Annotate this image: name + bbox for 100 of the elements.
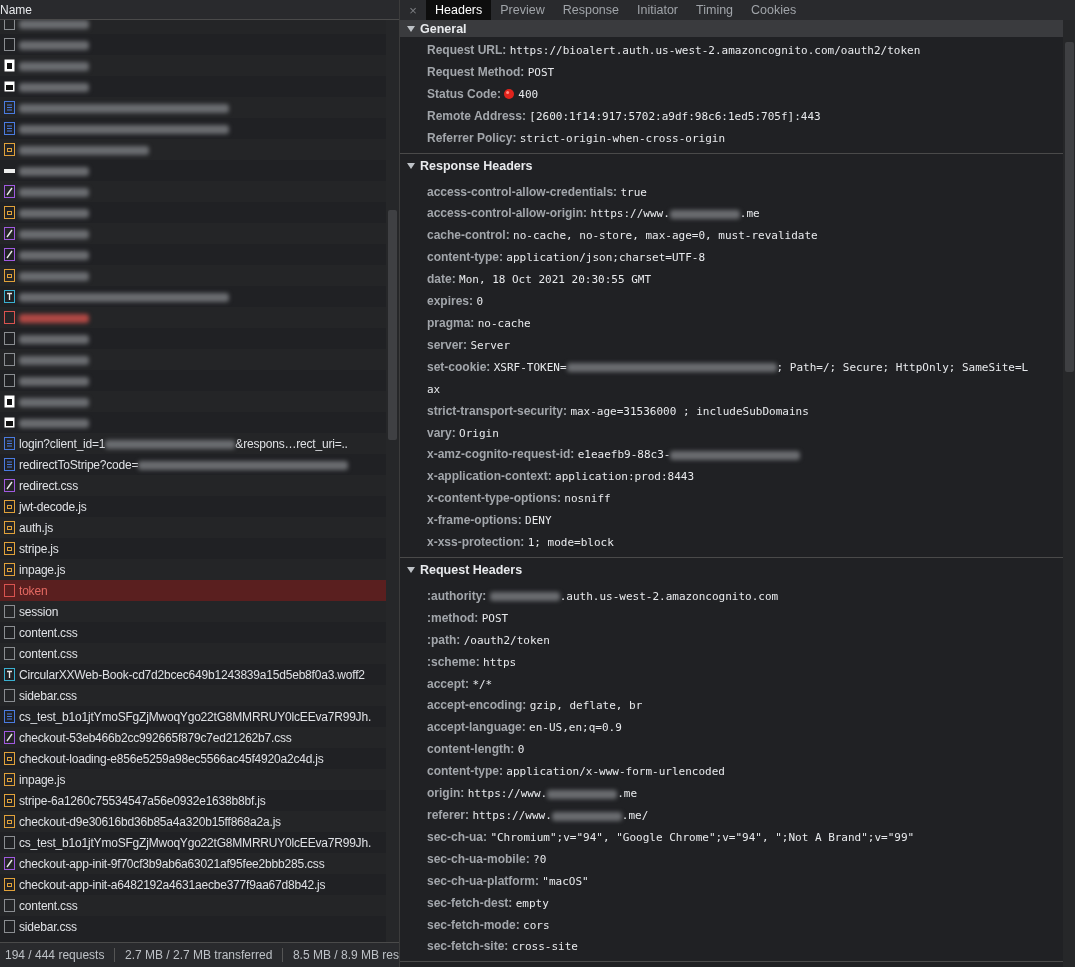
- header-value: en-US,en;q=0.9: [529, 721, 622, 735]
- header-value: https: [483, 655, 517, 669]
- request-row[interactable]: login?client_id=1 &respons…rect_uri=..: [0, 433, 386, 454]
- tab[interactable]: Headers: [426, 0, 492, 20]
- request-row[interactable]: [0, 139, 386, 160]
- file-icon: [4, 836, 15, 849]
- header-name: Remote Address:: [427, 108, 526, 123]
- request-name: cs_test_b1o1jtYmoSFgZjMwoqYgo22tG8MMRRUY0lcEEva7R99Jh.: [19, 709, 372, 724]
- redacted-text: [19, 187, 89, 197]
- close-icon[interactable]: ×: [400, 0, 426, 20]
- redacted-text: [19, 166, 89, 176]
- request-name: token: [19, 583, 48, 598]
- request-name: content.css: [19, 625, 78, 640]
- header-value: strict-origin-when-cross-origin: [519, 131, 726, 145]
- font-icon: [4, 668, 15, 681]
- header-name: :method:: [427, 610, 479, 625]
- document-icon: [4, 122, 15, 135]
- header-value: [2600:1f14:917:5702:a9df:98c6:1ed5:705f]:443: [529, 109, 821, 123]
- tab[interactable]: Timing: [687, 0, 743, 20]
- stylesheet-icon: [4, 248, 15, 261]
- redacted-text: [19, 208, 89, 218]
- header-name: x-frame-options:: [427, 513, 522, 528]
- request-row[interactable]: checkout-app-init-9f70cf3b9ab6a63021af95fee2bbb285.css: [0, 853, 386, 874]
- request-row[interactable]: checkout-53eb466b2cc992665f879c7ed21262b7.css: [0, 727, 386, 748]
- request-name: &respons…rect_uri=..: [235, 436, 348, 451]
- header-name: origin:: [427, 786, 465, 801]
- header-value: .me/: [621, 809, 649, 822]
- header-value: gzip, deflate, br: [529, 699, 643, 713]
- request-row[interactable]: [0, 391, 386, 412]
- header-name: vary:: [427, 425, 456, 440]
- tab[interactable]: Response: [553, 0, 628, 20]
- tab[interactable]: Cookies: [742, 0, 806, 20]
- tab[interactable]: Initiator: [628, 0, 687, 20]
- header-name: strict-transport-security:: [427, 403, 568, 418]
- header-name: sec-fetch-site:: [427, 939, 509, 954]
- error-status-icon: [504, 88, 515, 99]
- header-value: https://www.: [467, 787, 548, 801]
- header-value: */*: [472, 677, 493, 691]
- request-row[interactable]: session: [0, 601, 386, 622]
- request-row[interactable]: content.css: [0, 895, 386, 916]
- request-row[interactable]: [0, 97, 386, 118]
- scrollbar-thumb[interactable]: [1065, 42, 1074, 372]
- file-icon: [4, 689, 15, 702]
- header-name: access-control-allow-credentials:: [427, 184, 618, 199]
- request-name: checkout-app-init-9f70cf3b9ab6a63021af95fee2bbb285.css: [19, 856, 325, 871]
- request-name: auth.js: [19, 520, 53, 535]
- request-name: login?client_id=1: [19, 436, 106, 451]
- request-row[interactable]: sidebar.css: [0, 685, 386, 706]
- collapse-triangle-icon: [407, 162, 415, 169]
- scrollbar-thumb[interactable]: [388, 210, 397, 440]
- document-icon: [4, 437, 15, 450]
- section-header[interactable]: Response Headers: [400, 155, 1063, 176]
- column-header[interactable]: Name: [0, 2, 32, 17]
- request-row[interactable]: [0, 55, 386, 76]
- request-name: sidebar.css: [19, 688, 77, 703]
- request-row[interactable]: content.css: [0, 643, 386, 664]
- request-row[interactable]: inpage.js: [0, 769, 386, 790]
- redacted-text: [19, 334, 89, 344]
- header-name: sec-ch-ua-platform:: [427, 873, 539, 888]
- header-value: .auth.us-west-2.amazoncognito.com: [559, 589, 779, 603]
- status-text: 2.7 MB / 2.7 MB transferred: [124, 948, 273, 962]
- redacted-text: [19, 40, 89, 50]
- header-name: x-amz-cognito-request-id:: [427, 447, 575, 462]
- file-icon: [4, 374, 15, 387]
- header-name: date:: [427, 272, 456, 287]
- request-row[interactable]: [0, 181, 386, 202]
- request-row[interactable]: token: [0, 580, 386, 601]
- script-icon: [4, 878, 15, 891]
- redacted-text: [489, 592, 560, 602]
- section-header[interactable]: Request Headers: [400, 559, 1063, 580]
- script-icon: [4, 563, 15, 576]
- file-icon: [4, 38, 15, 51]
- request-row[interactable]: [0, 349, 386, 370]
- header-value: .me: [617, 787, 638, 801]
- request-row[interactable]: inpage.js: [0, 559, 386, 580]
- header-value: XSRF-TOKEN=: [493, 360, 567, 374]
- header-value: https://bioalert.auth.us-west-2.amazoncognito.com/oauth2/token: [509, 44, 921, 57]
- script-icon: [4, 542, 15, 555]
- request-row[interactable]: [0, 265, 386, 286]
- redacted-text: [19, 355, 89, 365]
- request-row[interactable]: redirect.css: [0, 475, 386, 496]
- redacted-text: [19, 376, 89, 386]
- header-value: ?0: [533, 852, 547, 866]
- font-icon: [4, 290, 15, 303]
- request-row[interactable]: [0, 223, 386, 244]
- tab[interactable]: Preview: [491, 0, 554, 20]
- document-icon: [4, 710, 15, 723]
- header-name: server:: [427, 337, 468, 352]
- request-row[interactable]: checkout-d9e30616bd36b85a4a320b15ff868a2a.js: [0, 811, 386, 832]
- request-row[interactable]: [0, 307, 386, 328]
- header-value: empty: [515, 896, 549, 910]
- stylesheet-icon: [4, 731, 15, 744]
- stylesheet-icon: [4, 479, 15, 492]
- collapse-triangle-icon: [407, 25, 415, 32]
- header-value: 0: [476, 295, 483, 309]
- header-name: sec-ch-ua:: [427, 829, 488, 844]
- header-name: content-length:: [427, 742, 515, 757]
- request-row[interactable]: auth.js: [0, 517, 386, 538]
- header-name: referer:: [427, 808, 470, 822]
- section-header[interactable]: General: [400, 20, 1063, 37]
